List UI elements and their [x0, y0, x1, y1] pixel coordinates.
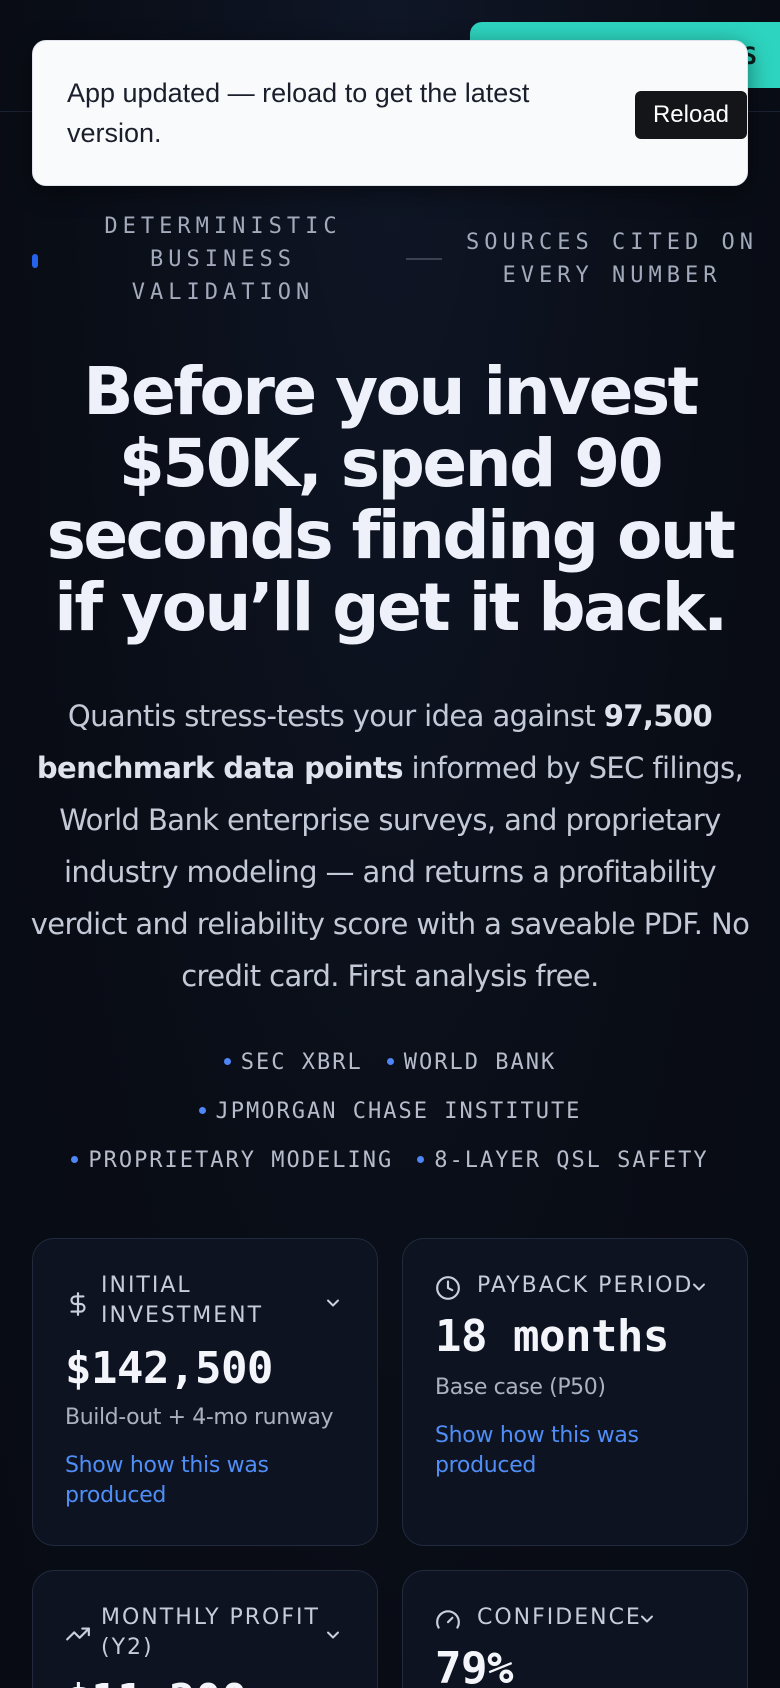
- trending-up-icon: [65, 1621, 91, 1647]
- source-label: SEC XBRL: [240, 1050, 363, 1075]
- bullet-dot: [417, 1155, 425, 1163]
- bullet-dot: [71, 1155, 79, 1163]
- eyebrow-row: DETERMINISTIC BUSINESS VALIDATION SOURCE…: [0, 210, 780, 310]
- metric-card-confidence: CONFIDENCE 79%: [402, 1570, 748, 1688]
- eyebrow-separator: [406, 258, 442, 260]
- source-label: WORLD BANK: [403, 1050, 557, 1075]
- eyebrow-left-text: DETERMINISTIC BUSINESS VALIDATION: [104, 214, 342, 305]
- card-label: MONTHLY PROFIT (Y2): [101, 1605, 320, 1660]
- card-label: PAYBACK PERIOD: [477, 1273, 694, 1298]
- bullet-dot: [223, 1057, 231, 1065]
- bullet-dot: [198, 1106, 206, 1114]
- metric-card-payback-period: PAYBACK PERIOD 18 months Base case (P50)…: [402, 1238, 748, 1546]
- landing-page: RUN ANALYSIS App updated — reload to get…: [0, 0, 780, 1688]
- eyebrow-dot: [32, 254, 38, 268]
- sources-list: SEC XBRL WORLD BANK JPMORGAN CHASE INSTIT…: [20, 1038, 760, 1185]
- card-label: CONFIDENCE: [477, 1605, 642, 1630]
- card-value: 79%: [435, 1643, 513, 1688]
- dollar-icon: [65, 1291, 91, 1317]
- show-provenance-link[interactable]: Show how this was produced: [435, 1421, 695, 1481]
- hero-title: Before you invest $50K, spend 90 seconds…: [46, 353, 736, 646]
- source-item: JPMORGAN CHASE INSTITUTE: [198, 1087, 582, 1136]
- metric-card-monthly-profit: MONTHLY PROFIT (Y2) $11,200: [32, 1570, 378, 1688]
- update-toast: App updated — reload to get the latest v…: [32, 40, 748, 186]
- card-note: Base case (P50): [435, 1375, 606, 1400]
- chevron-down-icon[interactable]: [689, 1277, 709, 1297]
- bullet-dot: [386, 1057, 394, 1065]
- toast-message: App updated — reload to get the latest v…: [67, 78, 530, 148]
- hero-subtitle-part2: informed by SEC filings, World Bank ente…: [30, 751, 750, 993]
- metric-card-initial-investment: INITIAL INVESTMENT $142,500 Build-out + …: [32, 1238, 378, 1546]
- source-label: JPMORGAN CHASE INSTITUTE: [215, 1099, 582, 1124]
- hero-subtitle: Quantis stress-tests your idea against 9…: [30, 690, 750, 1002]
- eyebrow-right-text: SOURCES CITED ON EVERY NUMBER: [466, 230, 758, 288]
- chevron-down-icon[interactable]: [323, 1293, 343, 1313]
- chevron-down-icon[interactable]: [323, 1625, 343, 1645]
- source-label: PROPRIETARY MODELING: [88, 1148, 394, 1173]
- source-item: 8-LAYER QSL SAFETY: [417, 1136, 708, 1185]
- card-value: $142,500: [65, 1343, 273, 1394]
- source-item: WORLD BANK: [386, 1038, 557, 1087]
- hero-subtitle-part1: Quantis stress-tests your idea against: [67, 699, 604, 733]
- card-note: Build-out + 4-mo runway: [65, 1405, 334, 1430]
- reload-button[interactable]: Reload: [635, 91, 747, 139]
- show-provenance-link[interactable]: Show how this was produced: [65, 1451, 325, 1511]
- card-value: 18 months: [435, 1311, 669, 1362]
- chevron-down-icon[interactable]: [637, 1609, 657, 1629]
- card-label: INITIAL INVESTMENT: [101, 1273, 264, 1328]
- source-item: PROPRIETARY MODELING: [71, 1136, 393, 1185]
- source-label: 8-LAYER QSL SAFETY: [434, 1148, 709, 1173]
- clock-icon: [435, 1275, 461, 1301]
- source-item: SEC XBRL: [223, 1038, 363, 1087]
- card-value: $11,200: [65, 1675, 247, 1688]
- gauge-icon: [435, 1607, 461, 1633]
